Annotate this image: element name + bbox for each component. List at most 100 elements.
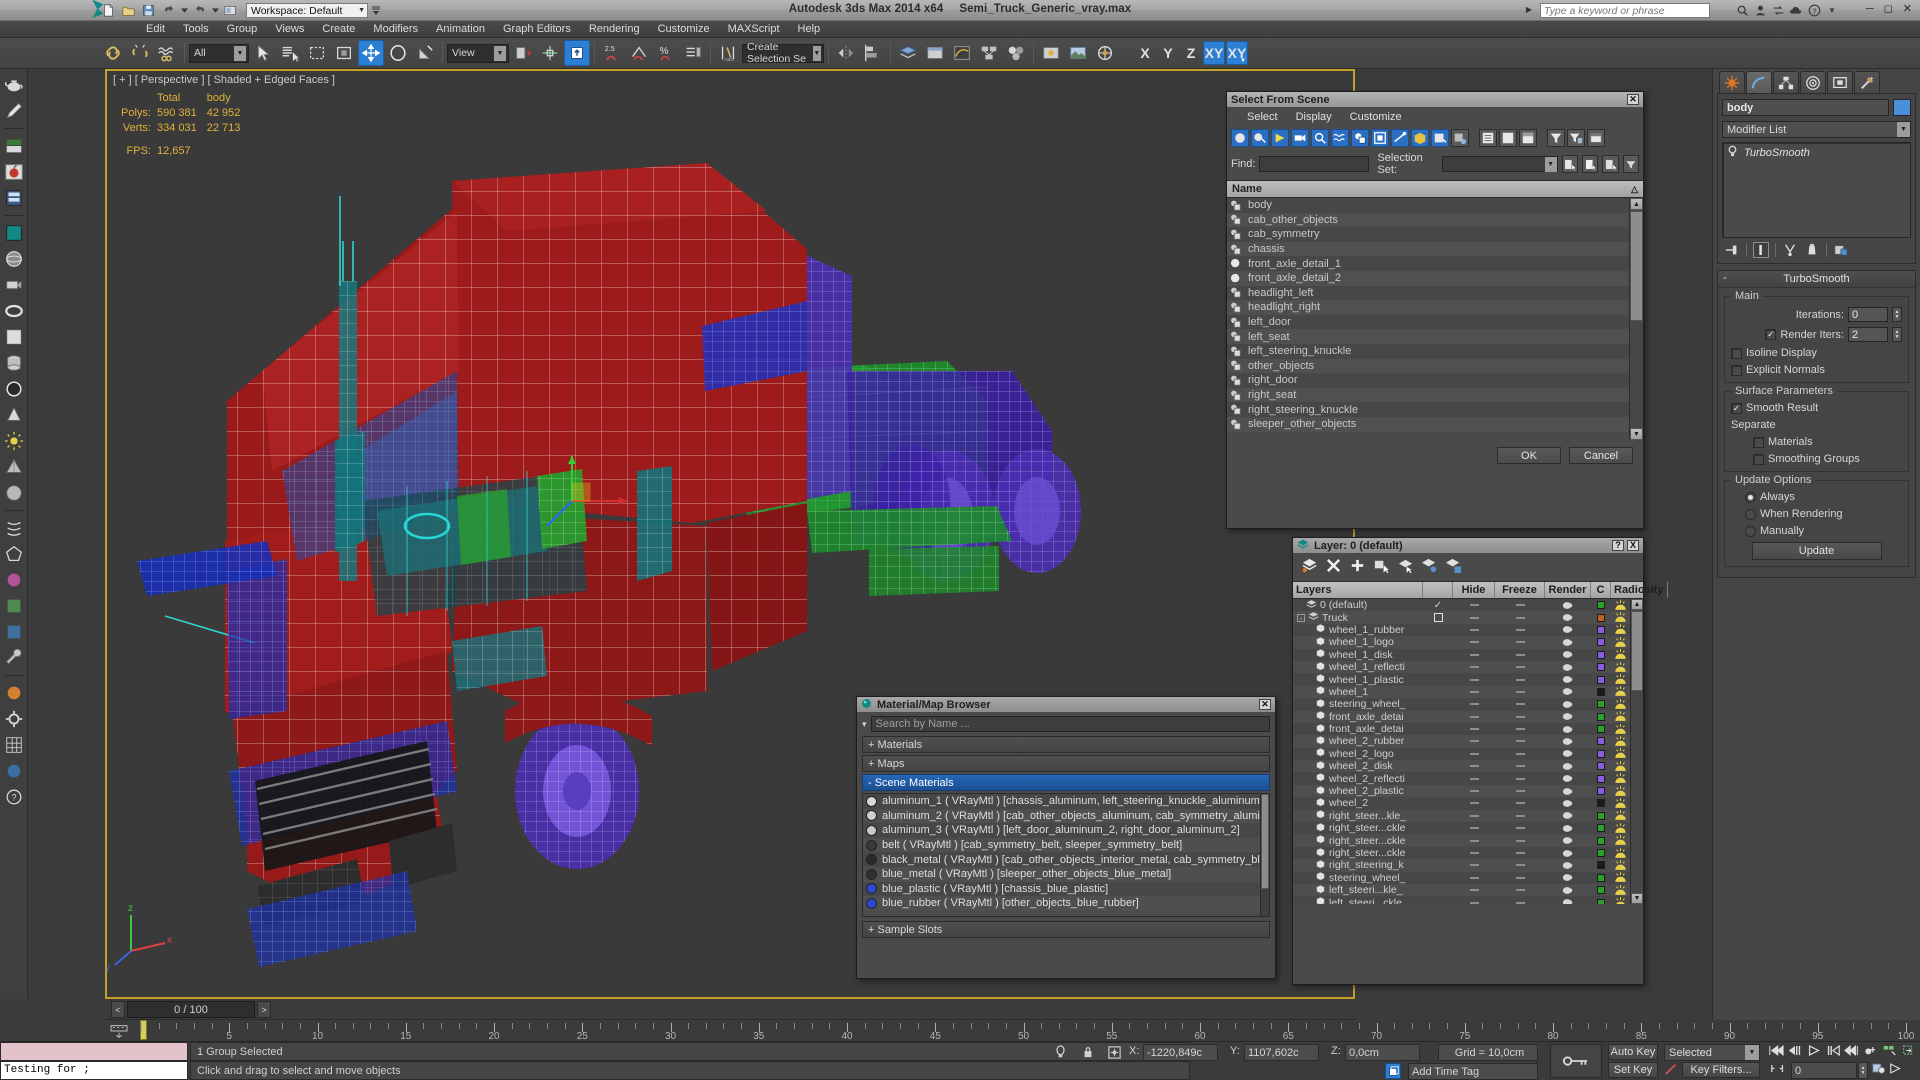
current-layer-cell[interactable]	[1423, 611, 1453, 623]
restrict-to-z-button[interactable]: Z	[1180, 41, 1202, 65]
object-name-field[interactable]: body	[1722, 99, 1889, 116]
render-cell[interactable]	[1545, 748, 1591, 760]
remove-modifier-icon[interactable]	[1804, 242, 1820, 258]
menu-item-rendering[interactable]: Rendering	[580, 22, 649, 36]
layer-row[interactable]: steering_wheel_	[1293, 698, 1630, 711]
current-layer-cell[interactable]	[1423, 772, 1453, 784]
menu-item-customize[interactable]: Customize	[649, 22, 719, 36]
radiosity-cell[interactable]	[1611, 748, 1630, 760]
scroll-down-icon[interactable]: ▼	[1630, 428, 1643, 440]
close-icon[interactable]: ✕	[1627, 94, 1639, 105]
pan-view-icon[interactable]	[1901, 1044, 1917, 1060]
workspace-selector[interactable]: Workspace: Default ▼	[246, 3, 368, 18]
object-name-row[interactable]: body	[1722, 99, 1911, 116]
hide-cell[interactable]	[1453, 624, 1495, 636]
tab-create[interactable]	[1719, 71, 1745, 93]
hide-cell[interactable]	[1453, 847, 1495, 859]
green-tool-icon[interactable]	[2, 594, 26, 618]
time-slider[interactable]: < 0 / 100 >	[105, 999, 1355, 1020]
hide-cell[interactable]	[1453, 698, 1495, 710]
mirror-button[interactable]	[833, 40, 859, 66]
close-icon[interactable]: ✕	[1259, 699, 1271, 710]
menu-item-help[interactable]: Help	[789, 22, 830, 36]
command-panel-tabs[interactable]	[1713, 69, 1920, 93]
help-dropdown-icon[interactable]: ▼	[1824, 2, 1840, 18]
radiosity-cell[interactable]	[1611, 872, 1630, 884]
window-controls[interactable]: ─ ◻ ✕	[1866, 2, 1912, 16]
color-cell[interactable]	[1591, 723, 1611, 735]
menu-item-create[interactable]: Create	[313, 22, 364, 36]
search-icon[interactable]	[1734, 2, 1750, 18]
layer-properties-icon[interactable]	[1445, 557, 1462, 577]
freeze-cell[interactable]	[1495, 822, 1545, 834]
color-cell[interactable]	[1591, 624, 1611, 636]
color-cell[interactable]	[1591, 884, 1611, 896]
radiosity-cell[interactable]	[1611, 822, 1630, 834]
turbosmooth-rollout[interactable]: - TurboSmooth Main Iterations: 0 ▲ ▼ ✓ Re…	[1717, 270, 1916, 578]
smooth-result-row[interactable]: ✓ Smooth Result	[1731, 402, 1902, 414]
chevron-down-icon[interactable]: ▼	[1544, 156, 1557, 172]
scene-object-row[interactable]: cab_other_objects	[1227, 212, 1629, 228]
rendered-frame-window-button[interactable]	[1065, 40, 1091, 66]
restrict-to-x-button[interactable]: X	[1134, 41, 1156, 65]
apple-material-icon[interactable]	[2, 160, 26, 184]
viewport-nav-controls[interactable]	[1872, 1062, 1903, 1078]
render-cell[interactable]	[1545, 611, 1591, 623]
radiosity-cell[interactable]	[1611, 735, 1630, 747]
sphere-2-icon[interactable]	[2, 481, 26, 505]
render-cell[interactable]	[1545, 599, 1591, 611]
selection-set-input[interactable]: ▼	[1442, 156, 1558, 172]
freeze-cell[interactable]	[1495, 611, 1545, 623]
column-layers[interactable]: Layers	[1293, 582, 1423, 598]
create-selection-set-icon[interactable]	[1561, 155, 1578, 173]
current-layer-cell[interactable]	[1423, 834, 1453, 846]
freeze-cell[interactable]	[1495, 649, 1545, 661]
scene-object-row[interactable]: cab_symmetry	[1227, 227, 1629, 242]
select-link-button[interactable]	[100, 40, 126, 66]
scroll-up-icon[interactable]: ▲	[1631, 599, 1643, 610]
color-cell[interactable]	[1591, 673, 1611, 685]
main-toolbar[interactable]: All ▼ View ▼ 2.5 % ABC Create Selection …	[0, 38, 1920, 69]
scene-object-row[interactable]: headlight_right	[1227, 300, 1629, 315]
color-cell[interactable]	[1591, 834, 1611, 846]
track-ruler[interactable]: 5 10 15 20 25 30 35 40 45 50 55 60 65 70 75 80 85 90 95 100	[135, 1020, 1920, 1042]
x-coordinate-field[interactable]: -1220,849c	[1143, 1044, 1218, 1061]
hide-cell[interactable]	[1453, 810, 1495, 822]
display-groups-icon[interactable]	[1351, 129, 1369, 147]
search-input[interactable]: Type a keyword or phrase	[1540, 3, 1710, 18]
search-dropdown-icon[interactable]: ▾	[862, 719, 867, 730]
angle-snap-toggle-button[interactable]	[626, 40, 652, 66]
layer-row[interactable]: steering_wheel_	[1293, 871, 1630, 884]
set-key-new-icon[interactable]	[1664, 1062, 1678, 1078]
radiosity-cell[interactable]	[1611, 847, 1630, 859]
layer-row[interactable]: front_axle_detai	[1293, 710, 1630, 723]
snaps-toggle-button[interactable]: 2.5	[599, 40, 625, 66]
camera-icon[interactable]	[2, 273, 26, 297]
modifier-stack[interactable]: TurboSmooth	[1722, 142, 1911, 238]
update-button[interactable]: Update	[1751, 542, 1882, 560]
status-bar[interactable]: Testing for ; 1 Group Selected Click and…	[0, 1042, 1920, 1080]
undo-dropdown-icon[interactable]	[180, 2, 188, 19]
group-maps[interactable]: + Maps	[862, 755, 1270, 772]
configure-sets-icon[interactable]	[1833, 242, 1849, 258]
restrict-to-xy-plane-button[interactable]: XY	[1203, 41, 1225, 65]
restore-button[interactable]: ◻	[1884, 2, 1893, 15]
layer-manager-button[interactable]	[895, 40, 921, 66]
color-cell[interactable]	[1591, 636, 1611, 648]
layer-columns-header[interactable]: Layers Hide Freeze Render C Radiosity	[1293, 581, 1668, 599]
scene-object-row[interactable]: sleeper_other_objects	[1227, 416, 1629, 432]
render-cell[interactable]	[1545, 834, 1591, 846]
current-layer-cell[interactable]	[1423, 661, 1453, 673]
scene-object-list[interactable]: body cab_other_objects cab_symmetry chassis…	[1227, 198, 1629, 440]
current-layer-cell[interactable]	[1423, 760, 1453, 772]
scroll-thumb[interactable]	[1261, 794, 1269, 889]
layer-row[interactable]: right_steer...kle_	[1293, 809, 1630, 823]
scene-object-row[interactable]: headlight_left	[1227, 285, 1629, 301]
material-row[interactable]: blue_plastic ( VRayMtl ) [chassis_blue_p…	[863, 881, 1260, 897]
restrict-plane-dropdown-button[interactable]: XY ▼	[1226, 41, 1248, 65]
render-cell[interactable]	[1545, 735, 1591, 747]
color-cell[interactable]	[1591, 698, 1611, 710]
restrict-to-y-button[interactable]: Y	[1157, 41, 1179, 65]
current-layer-cell[interactable]	[1423, 636, 1453, 648]
sample-slots-group[interactable]: + Sample Slots	[862, 921, 1270, 938]
